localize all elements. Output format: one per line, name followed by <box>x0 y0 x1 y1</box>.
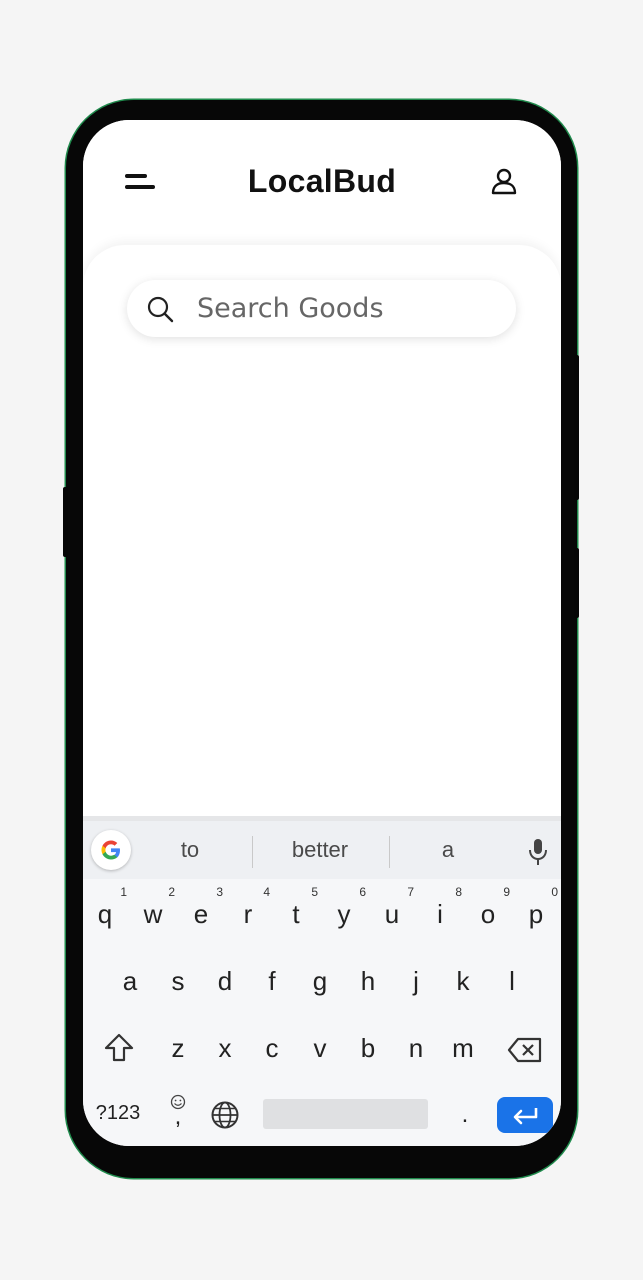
key-v[interactable]: v <box>300 1033 340 1064</box>
content-area <box>83 245 561 825</box>
key-b[interactable]: b <box>348 1033 388 1064</box>
key-s[interactable]: s <box>158 966 198 997</box>
soft-keyboard: to better a q1 w2 e3 r4 t5 y6 u7 i8 o9 p… <box>83 816 561 1146</box>
key-w[interactable]: w2 <box>133 885 175 930</box>
key-p[interactable]: p0 <box>516 885 558 930</box>
suggestion-bar: to better a <box>83 821 561 879</box>
app-header: LocalBud <box>83 120 561 245</box>
key-x[interactable]: x <box>205 1033 245 1064</box>
symbols-key[interactable]: ?123 <box>89 1102 147 1125</box>
key-f[interactable]: f <box>252 966 292 997</box>
space-key[interactable] <box>263 1099 428 1129</box>
key-c[interactable]: c <box>252 1033 292 1064</box>
key-d[interactable]: d <box>205 966 245 997</box>
key-y[interactable]: y6 <box>324 885 367 930</box>
key-k[interactable]: k <box>443 966 483 997</box>
suggestion-2[interactable]: better <box>275 837 365 863</box>
key-m[interactable]: m <box>443 1033 483 1064</box>
key-z[interactable]: z <box>158 1033 198 1064</box>
backspace-icon[interactable] <box>507 1036 543 1064</box>
suggestion-separator <box>389 836 390 868</box>
search-input[interactable] <box>197 288 497 328</box>
period-key[interactable]: . <box>445 1101 485 1129</box>
phone-volume-button <box>574 355 579 500</box>
key-j[interactable]: j <box>396 966 436 997</box>
user-icon[interactable] <box>489 166 519 196</box>
key-o[interactable]: o9 <box>468 885 510 930</box>
key-h[interactable]: h <box>348 966 388 997</box>
key-g[interactable]: g <box>300 966 340 997</box>
key-r[interactable]: r4 <box>228 885 270 930</box>
key-u[interactable]: u7 <box>372 885 414 930</box>
mic-icon[interactable] <box>528 838 548 866</box>
key-n[interactable]: n <box>396 1033 436 1064</box>
phone-side-button-left <box>63 487 68 557</box>
phone-screen: LocalBud to <box>83 120 561 1146</box>
suggestion-1[interactable]: to <box>160 837 220 863</box>
globe-icon[interactable] <box>210 1100 240 1130</box>
google-logo-icon[interactable] <box>91 830 131 870</box>
shift-icon[interactable] <box>103 1032 135 1064</box>
enter-icon <box>513 1108 538 1125</box>
key-a[interactable]: a <box>110 966 150 997</box>
key-q[interactable]: q1 <box>85 885 127 930</box>
phone-power-button <box>574 548 579 618</box>
key-l[interactable]: l <box>492 966 532 997</box>
search-bar[interactable] <box>127 280 516 337</box>
suggestion-separator <box>252 836 253 868</box>
key-e[interactable]: e3 <box>181 885 223 930</box>
comma-key[interactable]: , <box>158 1103 198 1131</box>
enter-key[interactable] <box>497 1097 553 1133</box>
suggestion-3[interactable]: a <box>423 837 473 863</box>
key-t[interactable]: t5 <box>276 885 318 930</box>
search-icon <box>147 296 174 323</box>
key-i[interactable]: i8 <box>420 885 462 930</box>
